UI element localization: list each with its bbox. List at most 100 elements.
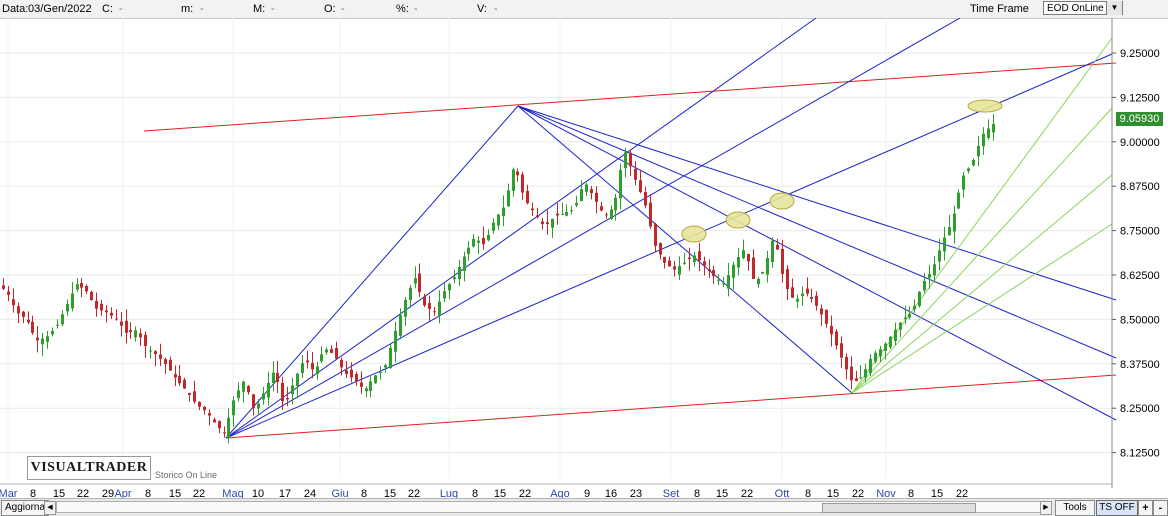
candle-body xyxy=(80,283,83,288)
candle-body xyxy=(683,262,686,264)
trendline xyxy=(225,18,817,439)
candle-body xyxy=(164,359,167,365)
scroll-left-icon[interactable]: ◀ xyxy=(44,501,56,515)
candle-body xyxy=(394,330,397,352)
y-tick-label: 8.50000 xyxy=(1120,314,1160,326)
candle-body xyxy=(453,277,456,280)
visualtrader-logo: VISUALTRADER xyxy=(27,456,151,480)
candle-body xyxy=(516,171,519,176)
candle-body xyxy=(252,394,255,408)
candle-body xyxy=(786,269,789,290)
scrollbar-thumb[interactable] xyxy=(822,503,976,513)
candle-body xyxy=(840,343,843,358)
zoom-out-button[interactable]: - xyxy=(1153,500,1168,516)
storico-label: Storico On Line xyxy=(155,470,218,480)
candle-body xyxy=(296,373,299,387)
candle-body xyxy=(796,298,799,302)
candle-body xyxy=(923,280,926,291)
candle-body xyxy=(869,358,872,373)
candle-body xyxy=(218,421,221,429)
candle-body xyxy=(139,333,142,338)
candle-body xyxy=(757,278,760,285)
candle-body xyxy=(345,370,348,375)
x-tick-label: 15 xyxy=(827,488,839,498)
trendline xyxy=(517,105,1117,421)
candle-body xyxy=(365,388,368,392)
candle-body xyxy=(693,255,696,262)
x-tick-label: 22 xyxy=(956,488,968,498)
candle-body xyxy=(316,366,319,375)
zoom-in-button[interactable]: + xyxy=(1138,500,1153,516)
candle-body xyxy=(389,347,392,369)
y-tick-label: 8.25000 xyxy=(1120,403,1160,415)
candle-body xyxy=(918,291,921,306)
candle-body xyxy=(810,297,813,299)
x-tick-label: 15 xyxy=(384,488,396,498)
trendlines xyxy=(143,18,1117,439)
x-tick-label: 15 xyxy=(169,488,181,498)
price-chart[interactable]: 9.25000 9.12500 9.00000 8.87500 8.75000 8.625… xyxy=(0,18,1168,498)
candle-body xyxy=(320,354,323,362)
candle-body xyxy=(311,362,314,370)
candle-body xyxy=(536,215,539,218)
candle-body xyxy=(257,403,260,409)
x-tick-label: 8 xyxy=(694,488,700,498)
candle-body xyxy=(972,159,975,166)
chevron-down-icon[interactable]: ▼ xyxy=(1106,1,1122,15)
candle-body xyxy=(722,283,725,285)
candle-body xyxy=(325,349,328,353)
candle-body xyxy=(712,269,715,277)
candle-body xyxy=(120,321,123,326)
x-tick-label: 17 xyxy=(279,488,291,498)
candle-body xyxy=(330,349,333,353)
candle-body xyxy=(575,203,578,206)
candle-body xyxy=(889,336,892,348)
tools-button[interactable]: Tools xyxy=(1055,500,1095,516)
candle-body xyxy=(125,320,128,333)
y-tick-label: 8.87500 xyxy=(1120,181,1160,193)
candle-body xyxy=(110,312,113,316)
close-label: C: xyxy=(102,3,113,15)
candle-body xyxy=(600,206,603,211)
candle-body xyxy=(384,365,387,368)
candle-body xyxy=(855,378,858,381)
candle-body xyxy=(776,244,779,250)
candle-body xyxy=(624,152,627,169)
refresh-button[interactable]: Aggiorna xyxy=(1,500,50,516)
x-tick-label: 15 xyxy=(716,488,728,498)
candle-body xyxy=(12,299,15,306)
candle-body xyxy=(957,192,960,209)
y-tick-label: 8.37500 xyxy=(1120,359,1160,371)
bottom-toolbar: Aggiorna ◀ ▶ Tools TS OFF + - xyxy=(0,498,1168,516)
candle-body xyxy=(688,257,691,260)
date-axis: Mar 8 15 22 29 Apr 8 15 22 Mag 10 17 24 Giu 8 15 22 Lug 8 1… xyxy=(0,483,1112,498)
candle-body xyxy=(850,366,853,381)
horizontal-scrollbar[interactable] xyxy=(56,501,1050,513)
candle-body xyxy=(438,301,441,316)
candle-body xyxy=(732,264,735,278)
candle-body xyxy=(340,359,343,368)
candle-body xyxy=(585,184,588,192)
candle-body xyxy=(590,189,593,194)
pct-value: - xyxy=(414,3,418,15)
candle-body xyxy=(291,385,294,395)
candle-body xyxy=(61,314,64,325)
candle-body xyxy=(654,224,657,246)
candle-body xyxy=(845,356,848,370)
ts-off-button[interactable]: TS OFF xyxy=(1096,500,1138,516)
candle-body xyxy=(967,168,970,172)
candle-body xyxy=(399,315,402,336)
trendline xyxy=(517,105,1117,359)
candle-body xyxy=(497,214,500,226)
candle-body xyxy=(458,266,461,279)
candle-body xyxy=(492,222,495,231)
candle-body xyxy=(992,124,995,133)
candle-body xyxy=(115,318,118,320)
candle-body xyxy=(46,336,49,342)
candle-body xyxy=(27,319,30,323)
y-tick-label: 9.12500 xyxy=(1120,92,1160,104)
y-tick-label: 8.62500 xyxy=(1120,270,1160,282)
candle-body xyxy=(825,309,828,324)
candle-body xyxy=(281,382,284,402)
scroll-right-icon[interactable]: ▶ xyxy=(1040,501,1052,515)
